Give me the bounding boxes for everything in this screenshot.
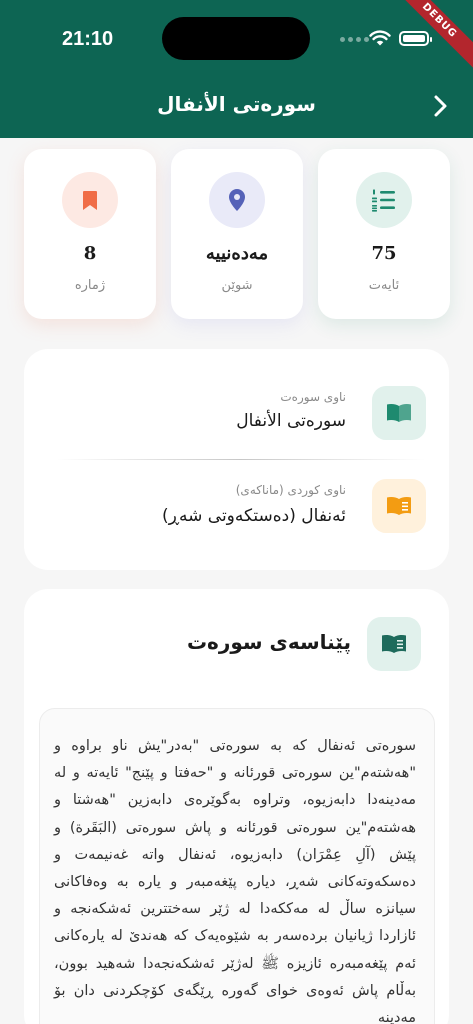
icon-box	[372, 386, 426, 440]
location-pin-icon	[229, 189, 245, 211]
dynamic-island	[162, 17, 310, 60]
intro-text: سورەتی ئەنفال کە بە سورەتی "بەدر"یش ناو …	[54, 738, 416, 1024]
app-header: 21:10 DEBUG سورەتی الأنفال	[0, 0, 473, 138]
page-title: سورەتی الأنفال	[157, 92, 316, 116]
stat-icon-circle	[62, 172, 118, 228]
signal-dots-icon	[340, 37, 369, 42]
battery-icon	[399, 31, 432, 46]
kurdish-name-label: ناوی کوردی (ماناکەی)	[235, 483, 346, 497]
stat-icon-circle	[356, 172, 412, 228]
names-card: ناوی سورەت سورەتی الأنفال ناوی کوردی (ما…	[24, 349, 449, 570]
stat-label: شوێن	[221, 278, 253, 293]
stat-card-place: مەدەنییە شوێن	[171, 149, 303, 319]
chevron-right-icon[interactable]	[430, 94, 452, 118]
bookmark-icon	[83, 190, 97, 210]
stat-value: 75	[371, 243, 397, 264]
icon-box	[367, 617, 421, 671]
intro-title: پێناسەی سورەت	[186, 630, 351, 654]
surah-name-label: ناوی سورەت	[280, 390, 346, 404]
icon-box	[372, 479, 426, 533]
stat-card-number: 8 ژمارە	[24, 149, 156, 319]
book-icon	[387, 497, 411, 515]
status-bar: 21:10	[0, 0, 473, 78]
open-book-icon	[382, 635, 406, 653]
kurdish-name-row: ناوی کوردی (ماناکەی) ئەنفال (دەستکەوتی ش…	[24, 454, 449, 544]
surah-name-row: ناوی سورەت سورەتی الأنفال	[24, 349, 449, 440]
nav-bar: سورەتی الأنفال	[0, 82, 473, 128]
kurdish-name-value: ئەنفال (دەستکەوتی شەڕ)	[162, 506, 346, 526]
stat-card-verses: 75 ئایەت	[318, 149, 450, 319]
surah-name-value: سورەتی الأنفال	[236, 411, 346, 431]
intro-card: پێناسەی سورەت سورەتی ئەنفال کە بە سورەتی…	[24, 589, 449, 1024]
stat-value: 8	[83, 243, 97, 264]
stat-label: ژمارە	[74, 278, 106, 293]
list-numbered-icon	[372, 189, 395, 212]
intro-text-box: سورەتی ئەنفال کە بە سورەتی "بەدر"یش ناو …	[39, 708, 435, 1024]
status-time: 21:10	[62, 28, 114, 50]
open-book-icon	[387, 404, 411, 422]
stat-icon-circle	[209, 172, 265, 228]
stat-value: مەدەنییە	[205, 243, 269, 264]
wifi-icon	[369, 30, 391, 46]
stat-label: ئایەت	[368, 278, 400, 293]
